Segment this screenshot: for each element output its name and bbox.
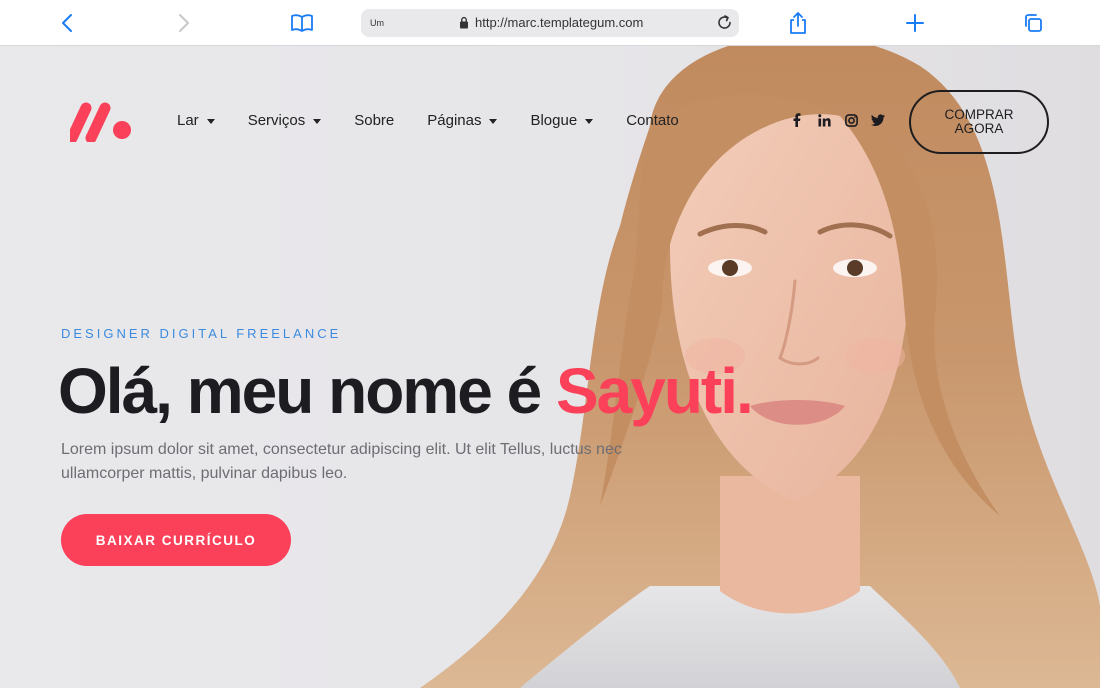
book-icon: [291, 14, 313, 32]
share-button[interactable]: [784, 9, 812, 37]
back-button[interactable]: [53, 9, 81, 37]
nav-item-label: Contato: [626, 112, 679, 129]
twitter-icon[interactable]: [871, 112, 885, 128]
caret-down-icon: [489, 119, 498, 124]
tab-label: Um: [370, 18, 384, 28]
lock-icon: [460, 16, 468, 29]
download-resume-button[interactable]: BAIXAR CURRÍCULO: [61, 514, 291, 566]
tabs-button[interactable]: [1019, 9, 1047, 37]
hero-title-prefix: Olá, meu nome é: [58, 355, 556, 427]
share-icon: [790, 12, 806, 34]
browser-toolbar: Um http://marc.templategum.com: [0, 0, 1100, 46]
reload-icon[interactable]: [716, 14, 733, 31]
hero-eyebrow: DESIGNER DIGITAL FREELANCE: [61, 326, 342, 341]
brand-logo[interactable]: [70, 102, 134, 142]
caret-down-icon: [313, 119, 322, 124]
bookmarks-button[interactable]: [288, 9, 316, 37]
facebook-icon[interactable]: [790, 112, 804, 128]
chevron-left-icon: [62, 14, 72, 32]
caret-down-icon: [206, 119, 215, 124]
nav-item-label: Serviços: [247, 112, 306, 129]
new-tab-button[interactable]: [901, 9, 929, 37]
nav-item-label: Sobre: [354, 112, 395, 129]
nav-item-blogue[interactable]: Blogue: [530, 112, 594, 129]
buy-now-button[interactable]: COMPRAR AGORA: [909, 90, 1049, 154]
nav-item-contato[interactable]: Contato: [626, 112, 679, 129]
hero-description: Lorem ipsum dolor sit amet, consectetur …: [61, 441, 622, 482]
nav-item-paginas[interactable]: Páginas: [427, 112, 498, 129]
address-bar[interactable]: Um http://marc.templategum.com: [361, 9, 739, 37]
main-nav: Lar Serviços Sobre Páginas Blogue Contat…: [177, 112, 679, 129]
forward-button[interactable]: [170, 9, 198, 37]
nav-item-sobre[interactable]: Sobre: [354, 112, 394, 129]
plus-icon: [906, 14, 924, 32]
nav-item-label: Lar: [177, 112, 199, 129]
instagram-icon[interactable]: [844, 112, 858, 128]
tabs-icon: [1025, 14, 1042, 32]
hero-title: Olá, meu nome é Sayuti.: [58, 354, 754, 428]
social-links: [790, 112, 885, 128]
nav-item-label: Páginas: [427, 112, 482, 129]
nav-item-servicos[interactable]: Serviços: [248, 112, 322, 129]
page-content: Lar Serviços Sobre Páginas Blogue Contat…: [0, 46, 1100, 688]
caret-down-icon: [585, 119, 594, 124]
chevron-right-icon: [179, 14, 189, 32]
nav-item-label: Blogue: [530, 112, 578, 129]
hero-title-name: Sayuti.: [555, 355, 754, 427]
nav-item-lar[interactable]: Lar: [177, 112, 215, 129]
linkedin-icon[interactable]: [817, 112, 831, 128]
url-text: http://marc.templategum.com: [475, 15, 644, 30]
